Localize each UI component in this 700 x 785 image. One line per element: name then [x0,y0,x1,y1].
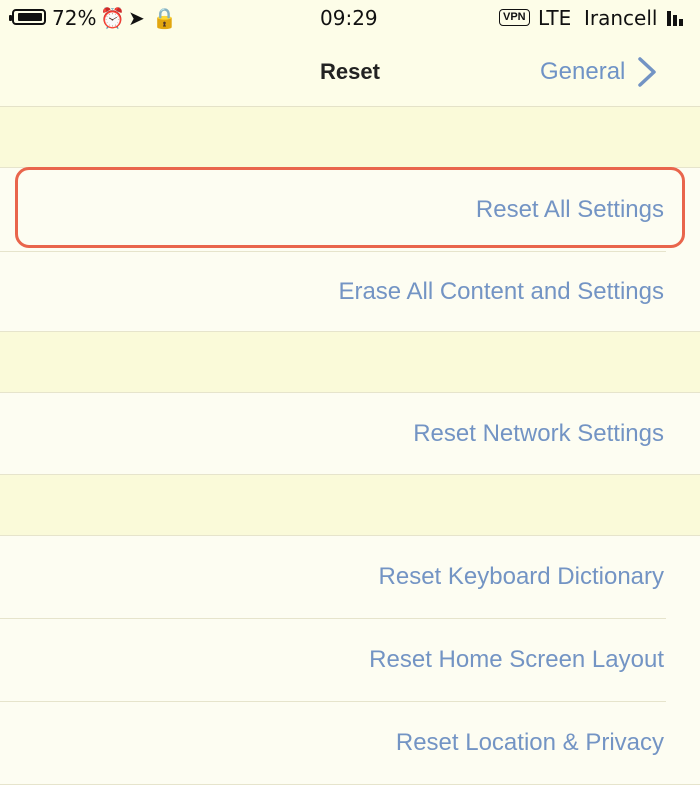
cell-label: Reset All Settings [475,195,664,223]
section-gap [0,475,700,535]
network-type: LTE [538,6,572,30]
reset-location-privacy-button[interactable]: Reset Location & Privacy [0,702,700,784]
reset-network-settings-button[interactable]: Reset Network Settings [0,393,700,474]
cell-label: Reset Home Screen Layout [369,646,664,673]
vpn-badge: VPN [499,9,530,26]
cell-label: Reset Keyboard Dictionary [378,563,664,590]
battery-icon [9,9,46,25]
section-gap [0,107,700,168]
cell-label: Erase All Content and Settings [338,277,664,305]
erase-all-content-button[interactable]: Erase All Content and Settings [0,252,700,331]
battery-percent: 72% [52,6,97,30]
cell-label: Reset Location & Privacy [395,729,664,756]
carrier-name: Irancell [584,6,658,30]
reset-keyboard-dictionary-button[interactable]: Reset Keyboard Dictionary [0,536,700,618]
back-button-label: General [540,58,626,85]
back-button[interactable]: General [540,56,659,88]
cell-label: Reset Network Settings [413,419,664,447]
status-bar: 72% ⏰ ➤ 🔒 09:29 VPN LTE Irancell [0,0,700,36]
section-gap [0,332,700,392]
clock-time: 09:29 [320,6,378,30]
reset-all-settings-button[interactable]: Reset All Settings [0,168,700,251]
reset-home-screen-layout-button[interactable]: Reset Home Screen Layout [0,619,700,701]
location-icon: ➤ [128,6,145,30]
rotation-lock-icon: 🔒 [152,6,177,30]
signal-strength-icon [667,10,689,26]
chevron-right-icon [638,57,657,87]
alarm-icon: ⏰ [100,6,125,30]
navigation-bar: Reset General [0,36,700,107]
